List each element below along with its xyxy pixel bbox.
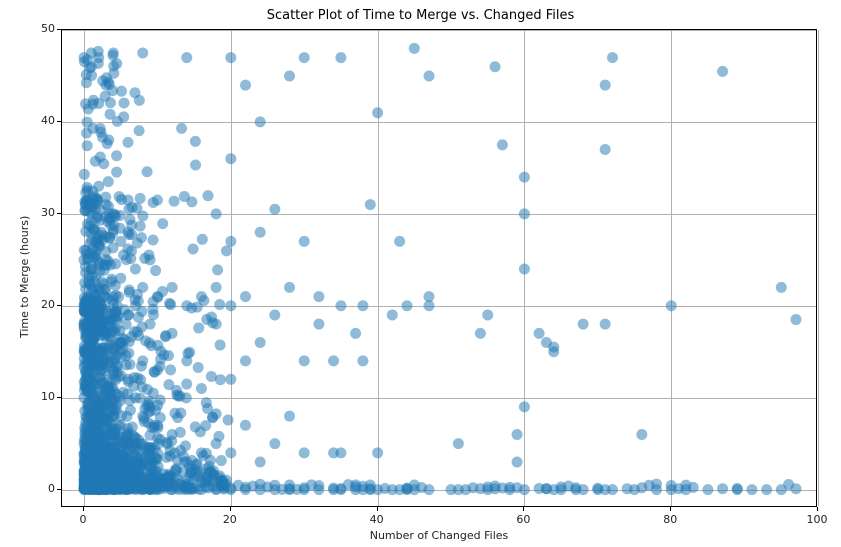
x-tick xyxy=(377,507,378,511)
y-tick xyxy=(57,397,61,398)
x-tick xyxy=(230,507,231,511)
scatter-points xyxy=(62,30,818,508)
y-tick xyxy=(57,29,61,30)
y-axis-label: Time to Merge (hours) xyxy=(18,216,31,338)
y-tick-label: 30 xyxy=(25,206,55,219)
y-tick-label: 20 xyxy=(25,298,55,311)
y-tick-label: 50 xyxy=(25,22,55,35)
x-tick-label: 60 xyxy=(508,513,538,526)
x-axis-label: Number of Changed Files xyxy=(61,529,817,542)
x-tick-label: 80 xyxy=(655,513,685,526)
y-tick-label: 40 xyxy=(25,114,55,127)
y-tick xyxy=(57,305,61,306)
x-tick xyxy=(670,507,671,511)
y-tick xyxy=(57,489,61,490)
x-tick-label: 20 xyxy=(215,513,245,526)
chart-figure: Scatter Plot of Time to Merge vs. Change… xyxy=(0,0,841,547)
x-tick xyxy=(817,507,818,511)
y-tick-label: 10 xyxy=(25,390,55,403)
y-tick-label: 0 xyxy=(25,482,55,495)
x-gridline xyxy=(818,30,819,506)
y-tick xyxy=(57,213,61,214)
y-tick xyxy=(57,121,61,122)
x-tick-label: 0 xyxy=(68,513,98,526)
plot-area xyxy=(61,29,817,507)
x-tick xyxy=(523,507,524,511)
x-tick xyxy=(83,507,84,511)
x-tick-label: 100 xyxy=(802,513,832,526)
chart-title: Scatter Plot of Time to Merge vs. Change… xyxy=(0,8,841,23)
x-tick-label: 40 xyxy=(362,513,392,526)
